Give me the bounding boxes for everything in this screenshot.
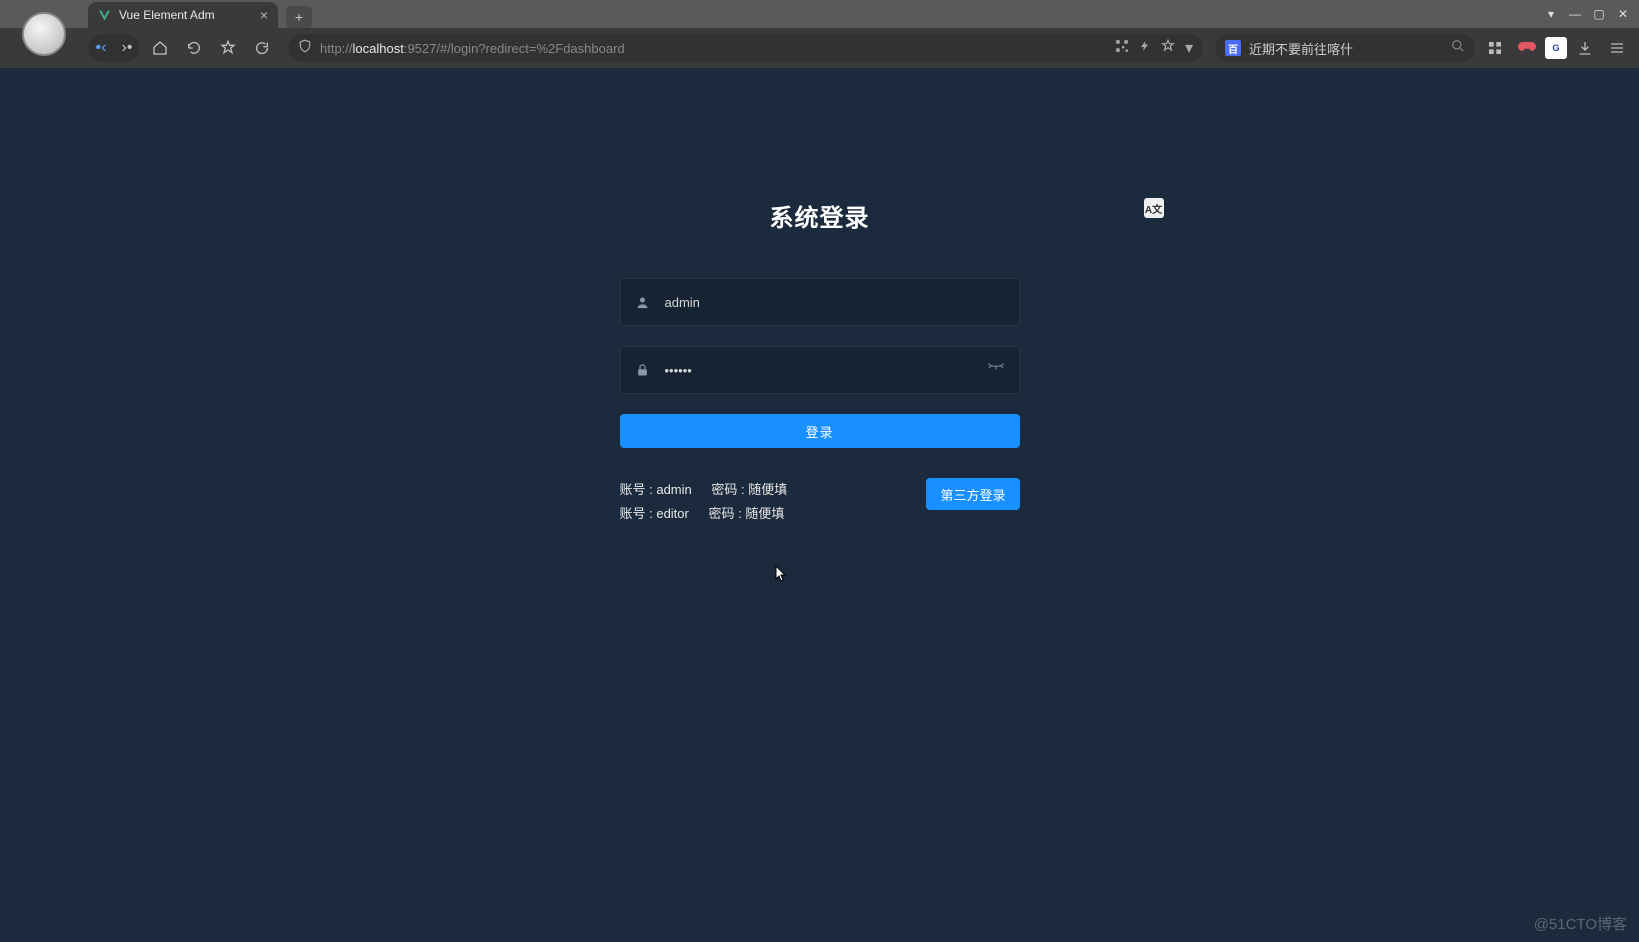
apps-icon[interactable] [1481, 34, 1509, 62]
tips-row: 账号 : admin 密码 : 随便填 账号 : editor 密码 : 随便填… [620, 478, 1020, 526]
extension-g-icon[interactable]: G [1545, 37, 1567, 59]
gamepad-icon[interactable] [1513, 34, 1541, 62]
chevron-down-icon[interactable]: ▾ [1185, 38, 1193, 58]
back-button[interactable]: •‹ [88, 34, 114, 62]
search-bar[interactable]: 百 近期不要前往喀什 [1215, 34, 1475, 62]
password-value: •••••• [665, 363, 692, 378]
language-toggle[interactable]: A文 [1144, 198, 1164, 218]
watermark: @51CTO博客 [1534, 913, 1627, 934]
profile-avatar[interactable] [22, 12, 66, 56]
addrbar-actions: ▾ [1115, 38, 1193, 58]
eye-closed-icon[interactable] [987, 361, 1005, 379]
url-proto: http:// [320, 41, 353, 56]
maximize-button[interactable]: ▢ [1591, 7, 1607, 21]
page-content: 系统登录 A文 admin •••••• 登录 账号 : admin 密码 : … [0, 68, 1639, 942]
username-value: admin [665, 295, 700, 310]
forward-button[interactable]: ›• [114, 34, 140, 62]
favorite-button[interactable] [214, 34, 242, 62]
url-path: :9527/#/login?redirect=%2Fdashboard [404, 41, 625, 56]
window-titlebar: Vue Element Adm × + ▾ — ▢ ✕ [0, 0, 1639, 28]
tip-line: 账号 : editor 密码 : 随便填 [620, 502, 804, 526]
third-party-login-button[interactable]: 第三方登录 [926, 478, 1019, 510]
close-icon[interactable]: × [260, 7, 268, 23]
username-field[interactable]: admin [620, 278, 1020, 326]
user-icon [635, 295, 655, 310]
tip-password: 密码 : 随便填 [708, 506, 784, 521]
qr-icon[interactable] [1115, 39, 1129, 58]
shield-icon [298, 39, 312, 58]
browser-toolbar: •‹ ›• http://localhost:9527/#/login?redi… [0, 28, 1639, 68]
download-icon[interactable] [1571, 34, 1599, 62]
login-title: 系统登录 [620, 198, 1020, 233]
star-icon[interactable] [1161, 39, 1175, 58]
dropdown-icon[interactable]: ▾ [1543, 7, 1559, 21]
lock-icon [635, 363, 655, 378]
flash-icon[interactable] [1139, 39, 1151, 58]
password-field[interactable]: •••••• [620, 346, 1020, 394]
new-tab-button[interactable]: + [286, 6, 312, 28]
svg-text:G: G [1552, 43, 1559, 53]
tip-line: 账号 : admin 密码 : 随便填 [620, 478, 804, 502]
refresh-button[interactable] [248, 34, 276, 62]
login-container: 系统登录 A文 admin •••••• 登录 账号 : admin 密码 : … [620, 68, 1020, 526]
mouse-cursor [775, 565, 787, 583]
reload-button[interactable] [180, 34, 208, 62]
window-controls: ▾ — ▢ ✕ [1543, 7, 1639, 21]
tab-strip: Vue Element Adm × + [88, 0, 312, 28]
url-host: localhost [353, 41, 404, 56]
minimize-button[interactable]: — [1567, 7, 1583, 21]
login-form: admin •••••• 登录 [620, 278, 1020, 448]
menu-icon[interactable] [1603, 34, 1631, 62]
vue-icon [98, 9, 111, 22]
login-button[interactable]: 登录 [620, 414, 1020, 448]
browser-tab[interactable]: Vue Element Adm × [88, 2, 278, 28]
extensions: G [1481, 34, 1631, 62]
tab-title: Vue Element Adm [119, 8, 215, 22]
search-text: 近期不要前往喀什 [1249, 39, 1443, 58]
tip-account: 账号 : admin [620, 482, 692, 497]
close-button[interactable]: ✕ [1615, 7, 1631, 21]
home-button[interactable] [146, 34, 174, 62]
credential-tips: 账号 : admin 密码 : 随便填 账号 : editor 密码 : 随便填 [620, 478, 804, 526]
tip-password: 密码 : 随便填 [711, 482, 787, 497]
nav-pair: •‹ ›• [88, 34, 140, 62]
tip-account: 账号 : editor [620, 506, 689, 521]
search-icon[interactable] [1451, 39, 1465, 58]
address-bar[interactable]: http://localhost:9527/#/login?redirect=%… [288, 34, 1203, 62]
search-engine-icon: 百 [1225, 40, 1241, 56]
url-text: http://localhost:9527/#/login?redirect=%… [320, 41, 1107, 56]
